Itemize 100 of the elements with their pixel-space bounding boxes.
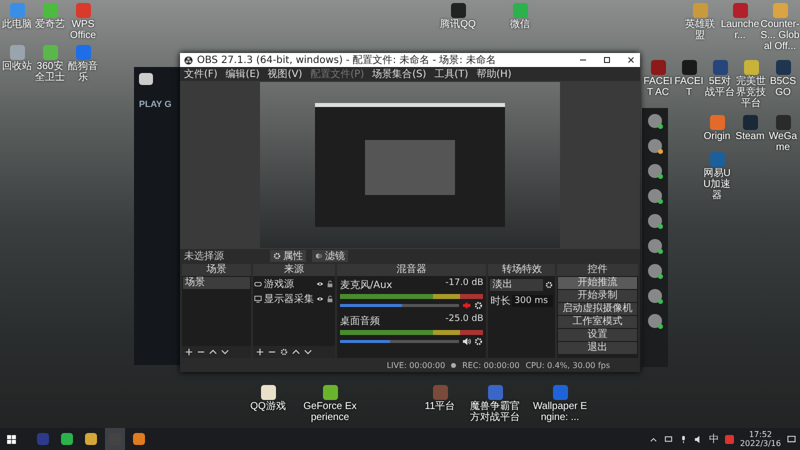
settings-icon[interactable]	[545, 281, 554, 289]
control-button[interactable]: 开始推流	[558, 277, 637, 289]
icon-label: GeForce Experience	[302, 401, 358, 423]
control-button[interactable]: 退出	[558, 342, 637, 354]
control-button[interactable]: 启动虚拟摄像机	[558, 303, 637, 315]
menu-item[interactable]: 视图(V)	[268, 67, 302, 81]
settings-icon[interactable]	[474, 301, 484, 310]
avatar-icon[interactable]	[648, 314, 662, 328]
source-item[interactable]: 显示器采集	[264, 292, 314, 306]
volume-slider[interactable]	[340, 340, 460, 343]
avatar-icon[interactable]	[648, 214, 662, 228]
cpu-status: CPU: 0.4%, 30.00 fps	[526, 361, 610, 370]
icon-label: B5CSGO	[768, 76, 798, 98]
icon-label: 11平台	[424, 401, 456, 412]
icon-label: 360安全卫士	[34, 61, 66, 83]
dock-title: 来源	[252, 264, 335, 276]
dock-title: 场景	[182, 264, 251, 276]
banner-text: PLAY G	[139, 99, 173, 109]
app-icon[interactable]	[322, 385, 338, 400]
dock-title: 控件	[557, 264, 638, 276]
icon-label: Counter-S... Global Off...	[760, 19, 800, 52]
filter-icon	[315, 252, 323, 260]
menu-item[interactable]: 帮助(H)	[476, 67, 512, 81]
avatar-icon[interactable]	[648, 239, 662, 253]
notification-icon[interactable]	[787, 434, 796, 444]
icon-label: Launcher...	[720, 19, 760, 41]
window-title: OBS 27.1.3 (64-bit, windows) - 配置文件: 未命名 - 场景: 未命名	[197, 54, 497, 67]
lock-icon[interactable]	[326, 295, 334, 303]
icon-label: FACEIT	[674, 76, 704, 98]
add-icon[interactable]	[185, 348, 193, 356]
volume-slider[interactable]	[340, 304, 460, 307]
channel-reading: -17.0 dB	[445, 278, 484, 290]
icon-label: 腾讯QQ	[440, 19, 476, 30]
clock-date: 2022/3/16	[740, 439, 781, 448]
avatar-icon[interactable]	[648, 289, 662, 303]
avatar-icon[interactable]	[648, 164, 662, 178]
speaker-icon[interactable]	[462, 337, 472, 346]
up-icon[interactable]	[209, 348, 217, 356]
icon-label: QQ游戏	[250, 401, 286, 412]
channel-reading: -25.0 dB	[445, 314, 484, 326]
dock-title: 混音器	[336, 264, 486, 276]
icon-label: 完美世界竞技平台	[736, 76, 766, 109]
eye-icon[interactable]	[316, 280, 324, 288]
icon-label: 网易UU加速器	[702, 168, 732, 201]
channel-name: 麦克风/Aux	[340, 278, 392, 292]
control-button[interactable]: 设置	[558, 329, 637, 341]
control-button[interactable]: 开始录制	[558, 290, 637, 302]
icon-label: 酷狗音乐	[67, 61, 99, 83]
avatar-icon[interactable]	[648, 189, 662, 203]
lock-icon[interactable]	[326, 280, 334, 288]
avatar-icon[interactable]	[648, 264, 662, 278]
icon-label: 微信	[510, 19, 530, 30]
avatar-icon[interactable]	[648, 114, 662, 128]
input-method-indicator[interactable]: 中	[708, 432, 719, 446]
menu-item[interactable]: 工具(T)	[434, 67, 468, 81]
down-icon[interactable]	[221, 348, 229, 356]
monitor-icon	[254, 295, 262, 303]
eye-icon[interactable]	[316, 295, 324, 303]
settings-icon[interactable]	[280, 348, 288, 356]
gear-icon	[273, 252, 281, 260]
icon-label: 英雄联盟	[684, 19, 716, 41]
icon-label: 回收站	[2, 61, 32, 72]
add-icon[interactable]	[256, 348, 264, 356]
down-icon[interactable]	[304, 348, 312, 356]
app-icon[interactable]	[450, 3, 466, 18]
gamepad-icon	[254, 280, 262, 288]
app-icon[interactable]	[260, 385, 276, 400]
channel-name: 桌面音频	[340, 314, 380, 328]
icon-label: WeGame	[768, 131, 798, 153]
source-item[interactable]: 游戏源	[264, 277, 314, 291]
icon-label: Steam	[736, 131, 764, 142]
filters-button[interactable]: 滤镜	[312, 250, 348, 262]
icon-label: FACEIT AC	[643, 76, 673, 98]
close-icon[interactable]	[626, 55, 636, 65]
menu-item[interactable]: 场景集合(S)	[372, 67, 426, 81]
windows-logo-icon[interactable]	[6, 434, 17, 444]
logo-icon	[139, 73, 153, 85]
properties-button[interactable]: 属性	[270, 250, 306, 262]
menu-item[interactable]: 编辑(E)	[226, 67, 260, 81]
transition-dropdown[interactable]: 淡出	[490, 279, 544, 291]
scene-item[interactable]: 场景	[183, 277, 250, 289]
clock[interactable]: 17:52 2022/3/16	[740, 430, 781, 448]
icon-label: 爱奇艺	[35, 19, 65, 30]
maximize-icon[interactable]	[602, 55, 612, 65]
duration-field[interactable]: 300 ms	[512, 295, 554, 307]
menu-item[interactable]: 文件(F)	[184, 67, 218, 81]
clock-time: 17:52	[748, 430, 772, 439]
source-status: 未选择源	[184, 250, 225, 263]
app-logo-icon	[184, 56, 193, 64]
live-status: LIVE: 00:00:00	[386, 361, 446, 370]
icon-label: 魔兽争霸官方对战平台	[469, 401, 521, 423]
settings-icon[interactable]	[474, 337, 484, 346]
app-tray-icon[interactable]	[724, 434, 734, 444]
duration-label: 时长	[490, 294, 510, 308]
avatar-icon[interactable]	[648, 139, 662, 153]
icon-label: WPS Office	[69, 19, 97, 41]
control-button[interactable]: 工作室模式	[558, 316, 637, 328]
icon-label: 5E对战平台	[705, 76, 735, 98]
dock-title: 转场特效	[488, 264, 556, 276]
up-icon[interactable]	[292, 348, 300, 356]
